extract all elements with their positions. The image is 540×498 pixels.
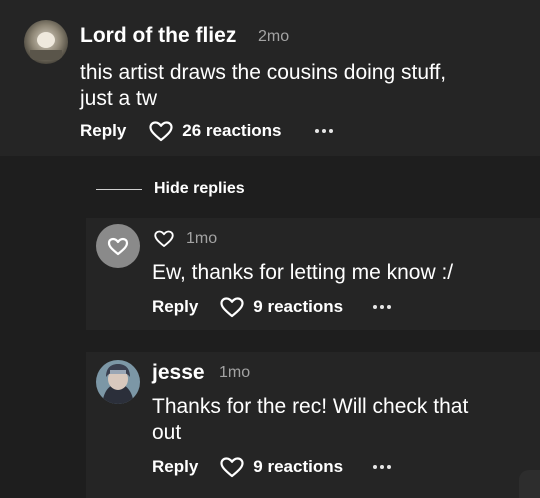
hide-replies-label: Hide replies bbox=[154, 180, 245, 197]
react-button[interactable]: 26 reactions bbox=[149, 120, 282, 142]
more-options-button[interactable] bbox=[314, 129, 333, 133]
comment-text: this artist draws the cousins doing stuf… bbox=[80, 60, 520, 112]
avatar-jesse[interactable] bbox=[96, 360, 140, 404]
heart-icon bbox=[154, 230, 174, 247]
comment-text-line-1: this artist draws the cousins doing stuf… bbox=[80, 61, 447, 84]
avatar-lord-of-the-fliez[interactable] bbox=[24, 20, 68, 64]
reply-button[interactable]: Reply bbox=[80, 121, 126, 141]
heart-icon bbox=[220, 296, 244, 317]
comment-time: 2mo bbox=[258, 28, 290, 45]
avatar-default[interactable] bbox=[96, 224, 140, 268]
comment-text-line-2: just a tw bbox=[80, 87, 158, 110]
reply-text-line-1: Thanks for the rec! Will check that bbox=[152, 395, 469, 418]
divider-line bbox=[96, 188, 142, 190]
reactions-count: 9 reactions bbox=[253, 457, 344, 476]
avatar-image bbox=[96, 360, 140, 404]
more-dots-icon bbox=[373, 305, 378, 309]
comment-author[interactable]: Lord of the fliez bbox=[80, 24, 236, 48]
reply-text-line-2: out bbox=[152, 421, 182, 444]
reply-button[interactable]: Reply bbox=[152, 297, 198, 317]
reply-card-2: jesse 1mo Thanks for the rec! Will check… bbox=[86, 352, 540, 498]
react-button[interactable]: 9 reactions bbox=[220, 456, 344, 478]
reply-text: Ew, thanks for letting me know :/ bbox=[152, 261, 454, 284]
avatar-heart-icon bbox=[107, 237, 129, 256]
comment-actions: Reply 26 reactions bbox=[80, 120, 333, 142]
more-options-button[interactable] bbox=[373, 305, 392, 309]
corner-tab bbox=[519, 470, 540, 498]
heart-icon bbox=[220, 456, 244, 477]
reply-card-1: 1mo Ew, thanks for letting me know :/ Re… bbox=[86, 218, 540, 330]
more-dots-icon bbox=[314, 129, 319, 133]
reply-author[interactable]: jesse bbox=[152, 361, 205, 385]
comment-card: Lord of the fliez 2mo this artist draws … bbox=[0, 0, 540, 156]
hide-replies-button[interactable]: Hide replies bbox=[96, 180, 245, 198]
reactions-count: 26 reactions bbox=[182, 121, 282, 140]
reply-button[interactable]: Reply bbox=[152, 457, 198, 477]
reply-text: Thanks for the rec! Will check that out bbox=[152, 394, 532, 446]
more-options-button[interactable] bbox=[373, 465, 392, 469]
reply-time: 1mo bbox=[186, 230, 218, 247]
react-button[interactable]: 9 reactions bbox=[220, 296, 344, 318]
reply-actions: Reply 9 reactions bbox=[152, 296, 392, 318]
reply-time: 1mo bbox=[219, 364, 251, 381]
avatar-image bbox=[24, 20, 68, 64]
heart-icon bbox=[149, 120, 173, 141]
reply-actions: Reply 9 reactions bbox=[152, 456, 392, 478]
reactions-count: 9 reactions bbox=[253, 297, 344, 316]
more-dots-icon bbox=[373, 465, 378, 469]
